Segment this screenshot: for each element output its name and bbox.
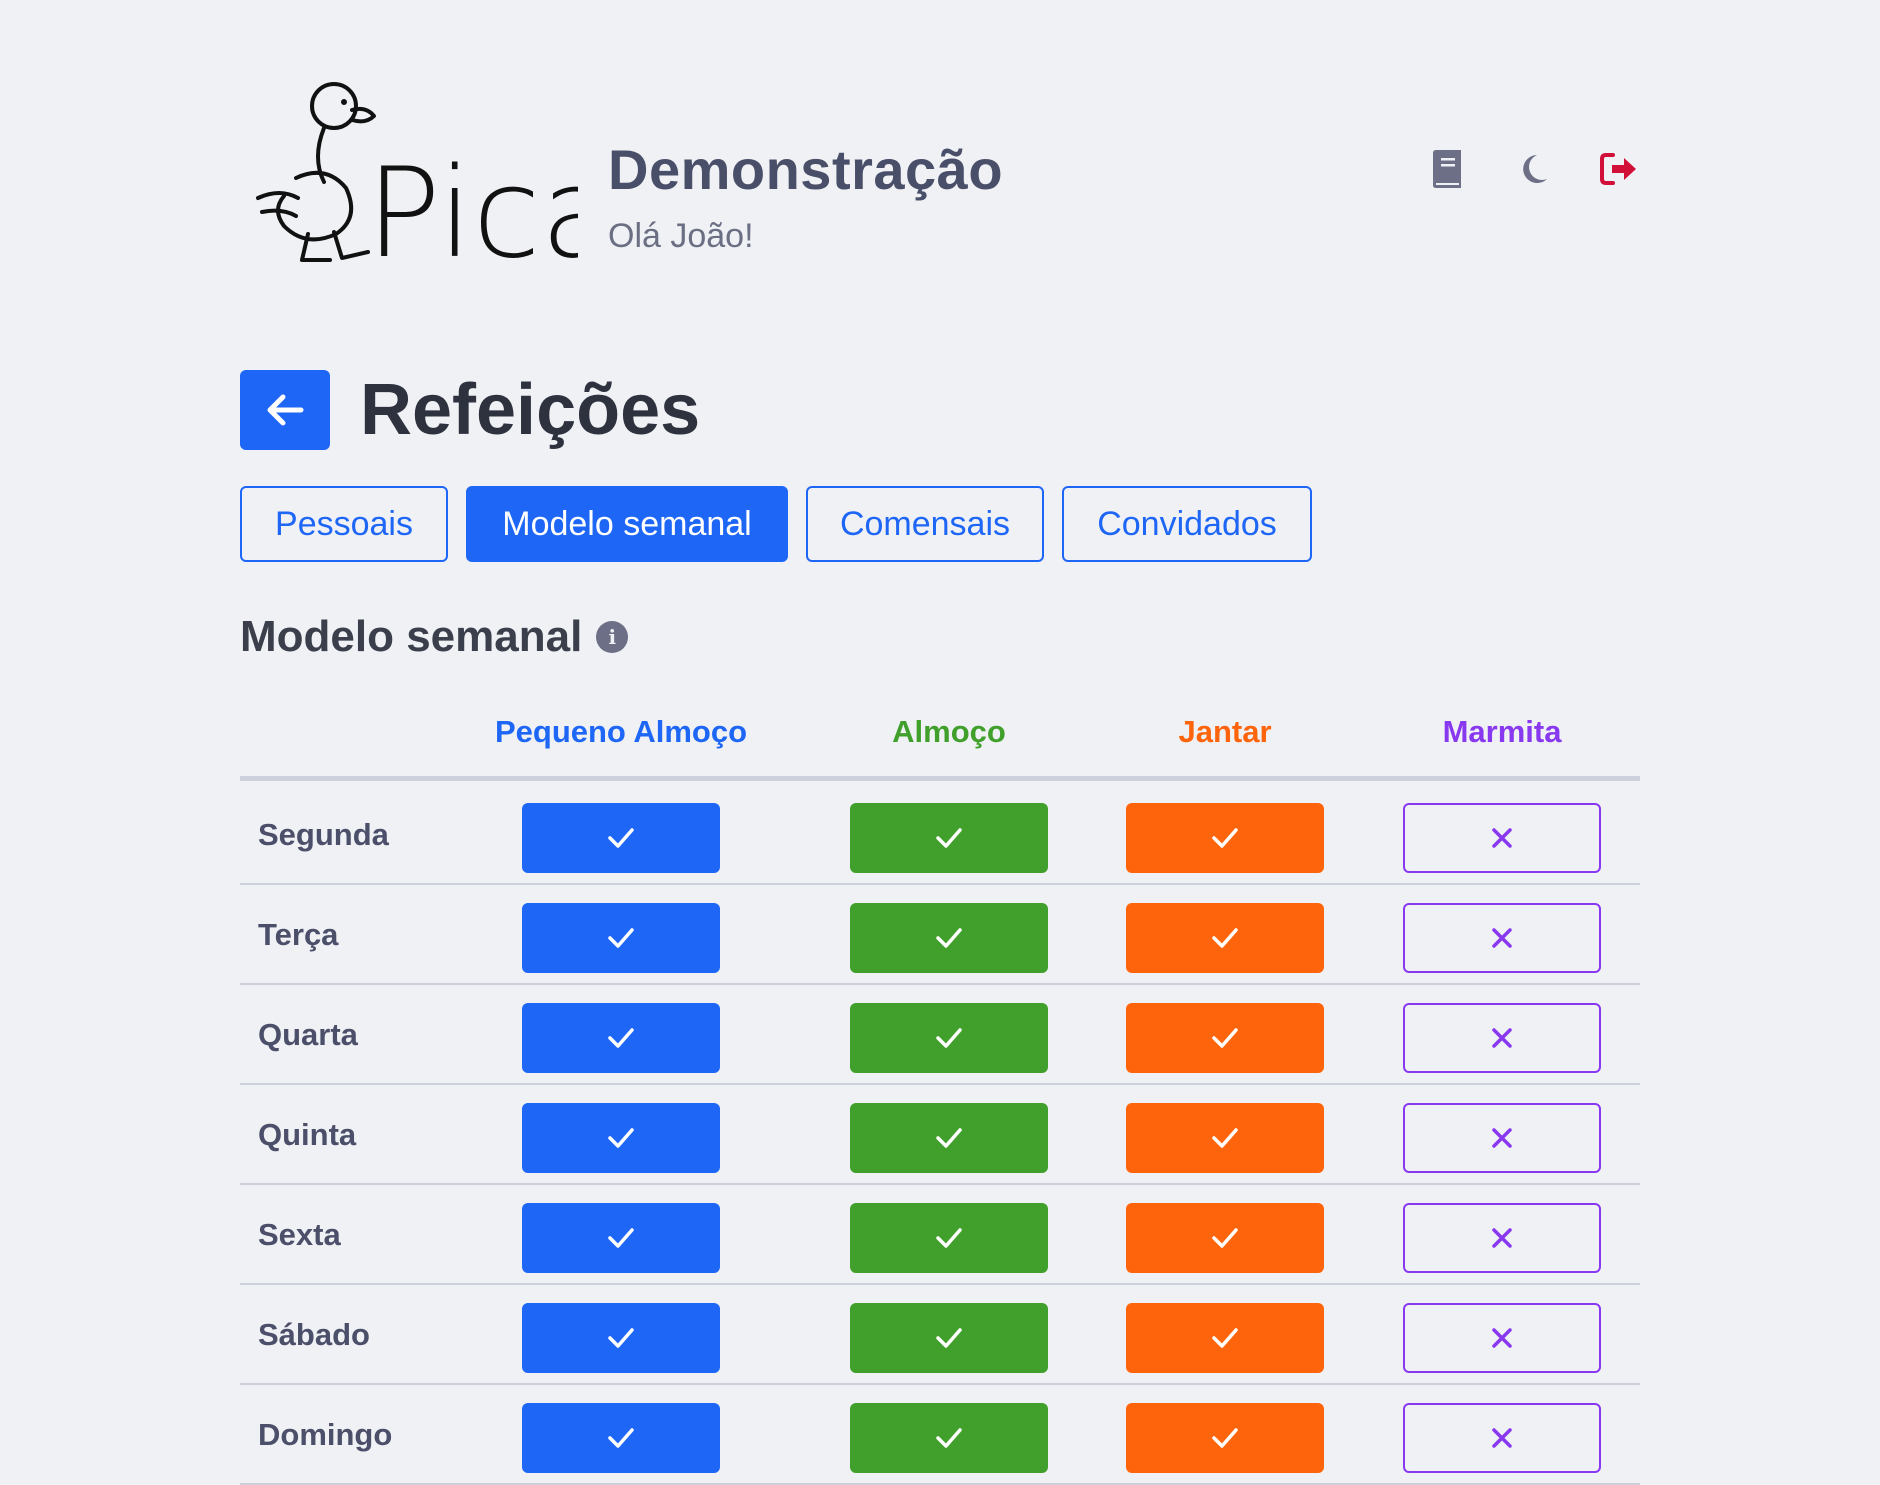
toggle-marmita[interactable]	[1403, 903, 1601, 973]
x-icon	[1492, 1228, 1512, 1248]
toggle-jantar[interactable]	[1126, 903, 1324, 973]
brand-block: Demonstração Olá João!	[608, 138, 1003, 256]
table-row: Sábado	[240, 1285, 1640, 1385]
day-label: Sexta	[258, 1217, 341, 1252]
check-icon	[1212, 1228, 1238, 1248]
tab-comensais[interactable]: Comensais	[806, 486, 1044, 562]
moon-icon[interactable]	[1512, 148, 1554, 190]
toggle-jantar[interactable]	[1126, 1103, 1324, 1173]
section-header: Modelo semanal i	[240, 612, 629, 662]
check-icon	[608, 1228, 634, 1248]
check-icon	[1212, 1128, 1238, 1148]
toggle-pequeno-almoco[interactable]	[522, 1103, 720, 1173]
check-icon	[608, 1428, 634, 1448]
table-row: Segunda	[240, 785, 1640, 885]
info-icon[interactable]: i	[596, 621, 629, 653]
tab-modelo-semanal[interactable]: Modelo semanal	[466, 486, 788, 562]
logo-wordmark: Pica	[366, 142, 578, 268]
pica-logo[interactable]: Pica	[248, 78, 617, 286]
tab-bar: Pessoais Modelo semanal Comensais Convid…	[240, 486, 1312, 562]
greeting: Olá João!	[608, 217, 754, 255]
toggle-almoco[interactable]	[850, 1003, 1048, 1073]
toggle-marmita[interactable]	[1403, 1403, 1601, 1473]
toggle-almoco[interactable]	[850, 1403, 1048, 1473]
x-icon	[1492, 828, 1512, 848]
check-icon	[608, 1028, 634, 1048]
check-icon	[936, 1428, 962, 1448]
tab-pessoais[interactable]: Pessoais	[240, 486, 448, 562]
toggle-jantar[interactable]	[1126, 1203, 1324, 1273]
toggle-marmita[interactable]	[1403, 1103, 1601, 1173]
x-icon	[1492, 1128, 1512, 1148]
day-label: Quarta	[258, 1017, 358, 1052]
column-header-pequeno-almoco: Pequeno Almoço	[494, 714, 748, 749]
check-icon	[1212, 1328, 1238, 1348]
check-icon	[936, 828, 962, 848]
arrow-left-icon	[267, 394, 304, 426]
toggle-almoco[interactable]	[850, 1103, 1048, 1173]
app-header: Pica Demonstração Olá João!	[240, 78, 1640, 286]
x-icon	[1492, 1028, 1512, 1048]
column-header-almoco: Almoço	[892, 714, 1006, 749]
check-icon	[1212, 828, 1238, 848]
x-icon	[1492, 928, 1512, 948]
check-icon	[936, 1028, 962, 1048]
toggle-jantar[interactable]	[1126, 1303, 1324, 1373]
day-label: Quinta	[258, 1117, 357, 1152]
toggle-almoco[interactable]	[850, 1303, 1048, 1373]
toggle-pequeno-almoco[interactable]	[522, 903, 720, 973]
day-label: Sábado	[258, 1317, 370, 1352]
tab-convidados[interactable]: Convidados	[1062, 486, 1312, 562]
check-icon	[936, 1128, 962, 1148]
check-icon	[608, 828, 634, 848]
table-row: Sexta	[240, 1185, 1640, 1285]
table-body: Segunda Terça Quarta Quinta Sexta Sábado Domin…	[240, 785, 1640, 1485]
column-header-jantar: Jantar	[1178, 714, 1272, 749]
book-icon[interactable]	[1426, 148, 1468, 190]
check-icon	[1212, 928, 1238, 948]
x-icon	[1492, 1428, 1512, 1448]
toggle-almoco[interactable]	[850, 803, 1048, 873]
weekly-meal-table: Pequeno Almoço Almoço Jantar Marmita Seg…	[240, 700, 1640, 1485]
table-header: Pequeno Almoço Almoço Jantar Marmita	[240, 700, 1640, 781]
day-label: Domingo	[258, 1417, 393, 1452]
toggle-pequeno-almoco[interactable]	[522, 1303, 720, 1373]
app-title: Demonstração	[608, 138, 1004, 201]
page-title-row: Refeições	[240, 370, 700, 450]
back-button[interactable]	[240, 370, 330, 450]
check-icon	[936, 1328, 962, 1348]
day-label: Segunda	[258, 817, 389, 852]
page-title: Refeições	[360, 370, 701, 450]
toggle-almoco[interactable]	[850, 1203, 1048, 1273]
toggle-pequeno-almoco[interactable]	[522, 1403, 720, 1473]
toggle-marmita[interactable]	[1403, 803, 1601, 873]
toggle-marmita[interactable]	[1403, 1203, 1601, 1273]
toggle-marmita[interactable]	[1403, 1003, 1601, 1073]
check-icon	[608, 1328, 634, 1348]
check-icon	[608, 1128, 634, 1148]
check-icon	[1212, 1428, 1238, 1448]
check-icon	[936, 928, 962, 948]
toggle-pequeno-almoco[interactable]	[522, 1203, 720, 1273]
table-row: Quinta	[240, 1085, 1640, 1185]
column-header-marmita: Marmita	[1442, 714, 1562, 749]
toggle-marmita[interactable]	[1403, 1303, 1601, 1373]
x-icon	[1492, 1328, 1512, 1348]
toggle-jantar[interactable]	[1126, 1403, 1324, 1473]
toggle-jantar[interactable]	[1126, 803, 1324, 873]
toggle-jantar[interactable]	[1126, 1003, 1324, 1073]
section-title: Modelo semanal	[240, 612, 583, 661]
table-row: Domingo	[240, 1385, 1640, 1485]
table-row: Terça	[240, 885, 1640, 985]
toggle-almoco[interactable]	[850, 903, 1048, 973]
toggle-pequeno-almoco[interactable]	[522, 803, 720, 873]
toggle-pequeno-almoco[interactable]	[522, 1003, 720, 1073]
table-row: Quarta	[240, 985, 1640, 1085]
day-label: Terça	[258, 917, 339, 952]
header-actions	[1426, 148, 1640, 190]
check-icon	[608, 928, 634, 948]
logout-icon[interactable]	[1598, 148, 1640, 190]
check-icon	[1212, 1028, 1238, 1048]
check-icon	[936, 1228, 962, 1248]
